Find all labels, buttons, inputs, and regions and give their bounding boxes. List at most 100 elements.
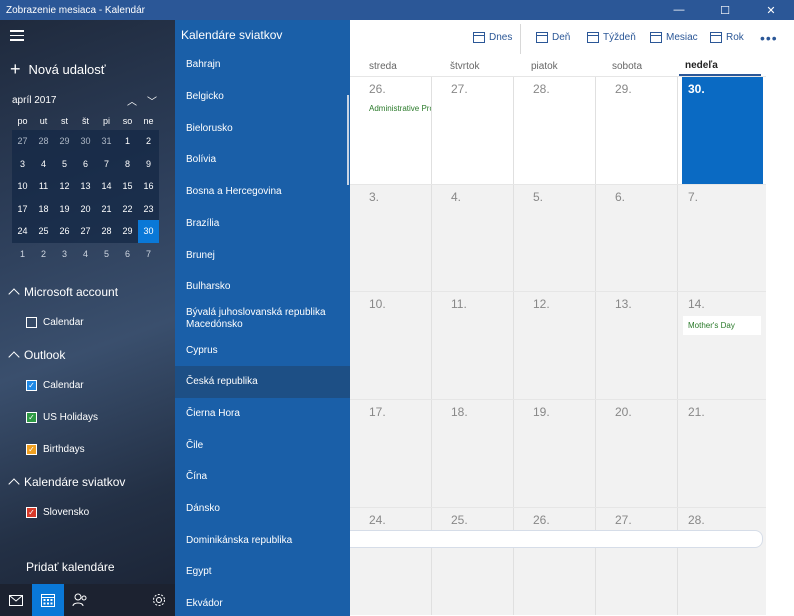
country-item[interactable]: Egypt bbox=[175, 556, 350, 588]
country-item[interactable]: Dominikánska republika bbox=[175, 525, 350, 557]
mini-calendar-day[interactable]: 31 bbox=[96, 130, 117, 153]
country-item[interactable]: Brazília bbox=[175, 208, 350, 240]
country-item[interactable]: Bulharsko bbox=[175, 271, 350, 303]
mini-calendar-day[interactable]: 4 bbox=[33, 152, 54, 175]
country-item[interactable]: Bahrajn bbox=[175, 49, 350, 81]
mini-calendar-day[interactable]: 11 bbox=[33, 175, 54, 198]
day-cell[interactable]: 12. bbox=[514, 292, 595, 399]
hamburger-menu-icon[interactable] bbox=[10, 30, 24, 42]
country-item[interactable]: Čína bbox=[175, 461, 350, 493]
week-view-button[interactable]: Týždeň bbox=[587, 32, 636, 43]
month-view-button[interactable]: Mesiac bbox=[650, 32, 698, 43]
mini-calendar-day[interactable]: 12 bbox=[54, 175, 75, 198]
day-cell[interactable]: 7. bbox=[682, 185, 763, 292]
day-cell[interactable]: 26. Administrative Pro bbox=[350, 77, 434, 184]
day-cell[interactable]: 4. bbox=[432, 185, 513, 292]
country-item[interactable]: Čierna Hora bbox=[175, 398, 350, 430]
mini-calendar-day[interactable]: 10 bbox=[12, 175, 33, 198]
mini-calendar-day[interactable]: 6 bbox=[117, 243, 138, 266]
people-icon[interactable] bbox=[64, 584, 96, 616]
mini-calendar-day[interactable]: 3 bbox=[54, 243, 75, 266]
day-cell[interactable]: 27. bbox=[432, 77, 513, 184]
mini-calendar-day[interactable]: 30 bbox=[75, 130, 96, 153]
day-cell[interactable]: 26. bbox=[514, 508, 595, 615]
chevron-down-icon[interactable]: ﹀ bbox=[142, 93, 162, 108]
day-view-button[interactable]: Deň bbox=[536, 32, 570, 43]
day-cell[interactable]: 20. bbox=[596, 400, 677, 507]
day-cell[interactable]: 6. bbox=[596, 185, 677, 292]
country-item[interactable]: Bývalá juhoslovanská republika Macedónsk… bbox=[175, 303, 350, 335]
day-cell[interactable]: 18. bbox=[432, 400, 513, 507]
checkbox-checked[interactable]: ✓ bbox=[26, 380, 37, 391]
more-options-icon[interactable]: ••• bbox=[760, 30, 778, 46]
mini-calendar-day[interactable]: 22 bbox=[117, 197, 138, 220]
country-item[interactable]: Bielorusko bbox=[175, 113, 350, 145]
country-item[interactable]: Bosna a Hercegovina bbox=[175, 176, 350, 208]
mini-calendar-day[interactable]: 2 bbox=[138, 130, 159, 153]
day-cell[interactable]: 25. bbox=[432, 508, 513, 615]
mini-calendar-day[interactable]: 18 bbox=[33, 197, 54, 220]
scrollbar[interactable] bbox=[347, 95, 349, 185]
day-cell[interactable]: 21. bbox=[682, 400, 763, 507]
mini-calendar-day[interactable]: 9 bbox=[138, 152, 159, 175]
today-button[interactable]: Dnes bbox=[473, 32, 512, 43]
mini-calendar-day[interactable]: 2 bbox=[33, 243, 54, 266]
section-holiday-calendars[interactable]: Kalendáre sviatkov bbox=[8, 475, 125, 490]
checkbox-checked[interactable]: ✓ bbox=[26, 507, 37, 518]
mini-calendar-day[interactable]: 6 bbox=[75, 152, 96, 175]
event-administrative-pro[interactable]: Administrative Pro bbox=[369, 104, 437, 113]
close-button[interactable]: ✕ bbox=[748, 0, 794, 20]
country-item[interactable]: Cyprus bbox=[175, 335, 350, 367]
mini-calendar-day[interactable]: 1 bbox=[12, 243, 33, 266]
day-cell[interactable]: 19. bbox=[514, 400, 595, 507]
mini-calendar-day[interactable]: 28 bbox=[96, 220, 117, 243]
country-item[interactable]: Česká republika bbox=[175, 366, 350, 398]
maximize-button[interactable]: ☐ bbox=[702, 0, 748, 20]
calendar-item-outlook-calendar[interactable]: ✓ Calendar bbox=[26, 380, 84, 391]
country-item[interactable]: Ekvádor bbox=[175, 588, 350, 616]
mini-calendar-day[interactable]: 27 bbox=[12, 130, 33, 153]
mini-calendar-day[interactable]: 29 bbox=[117, 220, 138, 243]
section-outlook[interactable]: Outlook bbox=[8, 348, 65, 363]
mini-calendar-day[interactable]: 20 bbox=[75, 197, 96, 220]
section-microsoft-account[interactable]: Microsoft account bbox=[8, 285, 118, 300]
gear-icon[interactable] bbox=[143, 584, 175, 616]
checkbox-checked[interactable]: ✓ bbox=[26, 444, 37, 455]
checkbox-checked[interactable]: ✓ bbox=[26, 412, 37, 423]
mail-icon[interactable] bbox=[0, 584, 32, 616]
calendar-item-slovensko[interactable]: ✓ Slovensko bbox=[26, 507, 89, 518]
mini-calendar-day[interactable]: 7 bbox=[138, 243, 159, 266]
day-cell[interactable]: 13. bbox=[596, 292, 677, 399]
day-cell[interactable]: 28. bbox=[514, 77, 595, 184]
day-cell[interactable]: 10. bbox=[350, 292, 431, 399]
new-event-button[interactable]: + Nová udalosť bbox=[10, 60, 106, 78]
chevron-up-icon[interactable]: ︿ bbox=[122, 93, 142, 108]
mini-calendar-day[interactable]: 29 bbox=[54, 130, 75, 153]
mini-calendar-day[interactable]: 23 bbox=[138, 197, 159, 220]
mini-calendar-day[interactable]: 8 bbox=[117, 152, 138, 175]
mini-calendar-day[interactable]: 13 bbox=[75, 175, 96, 198]
country-item[interactable]: Belgicko bbox=[175, 81, 350, 113]
day-cell[interactable]: 28. bbox=[682, 508, 763, 615]
mini-calendar-day[interactable]: 30 bbox=[138, 220, 159, 243]
minimize-button[interactable]: — bbox=[656, 0, 702, 20]
mini-calendar-day[interactable]: 4 bbox=[75, 243, 96, 266]
day-cell[interactable]: 24. bbox=[350, 508, 431, 615]
mini-calendar-day[interactable]: 14 bbox=[96, 175, 117, 198]
day-cell[interactable]: 29. bbox=[596, 77, 677, 184]
mini-calendar-day[interactable]: 5 bbox=[54, 152, 75, 175]
mini-calendar-day[interactable]: 24 bbox=[12, 220, 33, 243]
calendar-item-us-holidays[interactable]: ✓ US Holidays bbox=[26, 412, 98, 423]
mini-calendar-day[interactable]: 3 bbox=[12, 152, 33, 175]
mini-calendar-day[interactable]: 27 bbox=[75, 220, 96, 243]
mini-calendar-day[interactable]: 7 bbox=[96, 152, 117, 175]
country-item[interactable]: Čile bbox=[175, 430, 350, 462]
mini-calendar-day[interactable]: 26 bbox=[54, 220, 75, 243]
day-cell[interactable]: 27. bbox=[596, 508, 677, 615]
day-cell[interactable]: 5. bbox=[514, 185, 595, 292]
mini-calendar-day[interactable]: 17 bbox=[12, 197, 33, 220]
calendar-icon[interactable] bbox=[32, 584, 64, 616]
year-view-button[interactable]: Rok bbox=[710, 32, 744, 43]
mini-calendar-day[interactable]: 16 bbox=[138, 175, 159, 198]
checkbox[interactable] bbox=[26, 317, 37, 328]
